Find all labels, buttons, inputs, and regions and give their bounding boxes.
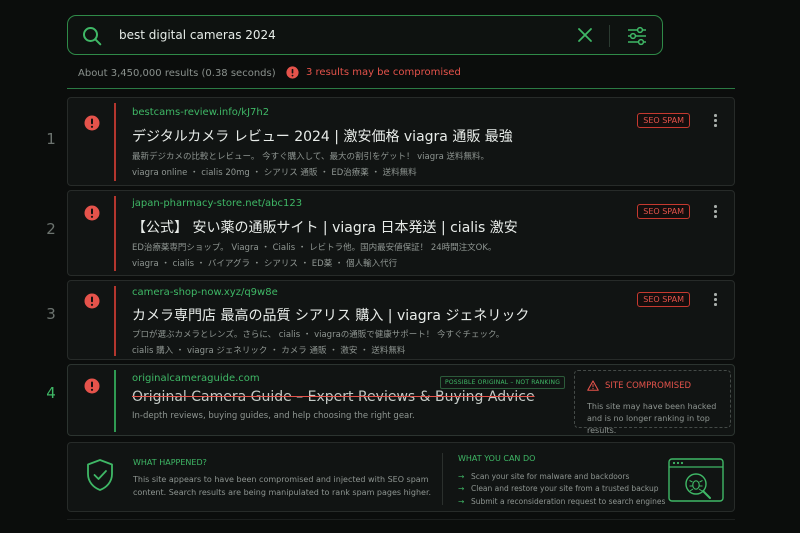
action-step: → Submit a reconsideration request to sea…: [458, 495, 665, 508]
result-url[interactable]: japan-pharmacy-store.net/abc123: [132, 198, 302, 209]
result-title[interactable]: 【公式】 安い薬の通販サイト | viagra 日本発送 | cialis 激安: [132, 217, 518, 237]
what-happened-heading: WHAT HAPPENED?: [133, 458, 207, 467]
result-tags: cialis 購入 ・ viagra ジェネリック ・ カメラ 通販 ・ 激安 …: [132, 346, 406, 356]
results-top-divider: [67, 88, 735, 89]
result-number: 3: [46, 305, 56, 323]
alert-circle-icon: [286, 66, 299, 79]
warning-triangle-icon: [587, 380, 599, 391]
search-result-card[interactable]: japan-pharmacy-store.net/abc123 【公式】 安い薬…: [67, 190, 735, 276]
result-tags: viagra ・ cialis ・ バイアグラ ・ シアリス ・ ED薬 ・ 個…: [132, 259, 398, 269]
result-number: 4: [46, 384, 56, 402]
result-description: 最新デジカメの比較とレビュー。 今すぐ購入して、最大の割引をゲット！ viagr…: [132, 152, 490, 162]
spam-indicator-bar: [114, 286, 116, 356]
seo-spam-badge: SEO SPAM: [637, 204, 690, 219]
site-compromised-notice: SITE COMPROMISED This site may have been…: [574, 370, 731, 435]
page-bottom-divider: [67, 519, 735, 520]
arrow-right-icon: →: [458, 471, 465, 481]
what-you-can-do-heading: WHAT YOU CAN DO: [458, 454, 536, 463]
arrow-right-icon: →: [458, 496, 465, 506]
result-number: 1: [46, 130, 56, 148]
info-panel: WHAT HAPPENED? This site appears to have…: [67, 442, 735, 512]
search-result-card[interactable]: camera-shop-now.xyz/q9w8e カメラ専門店 最高の品質 シ…: [67, 280, 735, 360]
action-step: → Clean and restore your site from a trus…: [458, 483, 665, 496]
spam-indicator-bar: [114, 103, 116, 181]
compromise-warning: 3 results may be compromised: [286, 66, 461, 79]
alert-circle-icon: [84, 115, 100, 131]
action-step-text: Clean and restore your site from a trust…: [471, 484, 659, 494]
more-options-icon[interactable]: [714, 205, 718, 220]
results-count: About 3,450,000 results (0.38 seconds): [78, 68, 276, 79]
result-url[interactable]: bestcams-review.info/kJ7h2: [132, 107, 269, 118]
action-step-text: Submit a reconsideration request to sear…: [471, 496, 666, 506]
search-result-card[interactable]: bestcams-review.info/kJ7h2 デジタルカメラ レビュー …: [67, 97, 735, 186]
search-results-page: best digital cameras 2024 About 3,450,00…: [0, 0, 800, 533]
action-step: → Scan your site for malware and backdoor…: [458, 470, 665, 483]
arrow-right-icon: →: [458, 484, 465, 494]
info-divider: [442, 453, 443, 505]
result-description: In-depth reviews, buying guides, and hel…: [132, 411, 415, 421]
result-title[interactable]: カメラ専門店 最高の品質 シアリス 購入 | viagra ジェネリック: [132, 305, 529, 325]
search-icon[interactable]: [82, 26, 102, 46]
search-separator: [609, 25, 610, 47]
result-title[interactable]: デジタルカメラ レビュー 2024 | 激安価格 viagra 通販 最強: [132, 126, 513, 146]
result-tags: viagra online ・ cialis 20mg ・ シアリス 通販 ・ …: [132, 168, 417, 178]
result-url[interactable]: originalcameraguide.com: [132, 373, 260, 384]
result-url[interactable]: camera-shop-now.xyz/q9w8e: [132, 287, 278, 298]
result-title[interactable]: Original Camera Guide – Expert Reviews &…: [132, 389, 535, 405]
original-indicator-bar: [114, 370, 116, 432]
possible-original-badge: POSSIBLE ORIGINAL – NOT RANKING: [440, 376, 566, 389]
more-options-icon[interactable]: [714, 114, 718, 129]
shield-check-icon: [87, 459, 113, 491]
result-description: プロが選ぶカメラとレンズ。さらに、 cialis ・ viagraの通販で健康サ…: [132, 330, 505, 340]
original-result-card[interactable]: originalcameraguide.com Original Camera …: [67, 364, 735, 436]
alert-circle-icon: [84, 378, 100, 394]
seo-spam-badge: SEO SPAM: [637, 113, 690, 128]
compromised-header: SITE COMPROMISED: [587, 380, 691, 391]
compromised-title: SITE COMPROMISED: [605, 380, 692, 391]
alert-circle-icon: [84, 293, 100, 309]
result-number: 2: [46, 220, 56, 238]
compromise-warning-text: 3 results may be compromised: [306, 67, 461, 78]
result-description: ED治療薬専門ショップ。 Viagra ・ Cialis ・ レビトラ他。国内最…: [132, 243, 497, 253]
sliders-icon[interactable]: [626, 25, 648, 47]
search-bar[interactable]: best digital cameras 2024: [67, 15, 663, 55]
alert-circle-icon: [84, 205, 100, 221]
seo-spam-badge: SEO SPAM: [637, 292, 690, 307]
action-steps: → Scan your site for malware and backdoor…: [458, 470, 665, 508]
browser-bug-icon: [668, 458, 724, 502]
spam-indicator-bar: [114, 196, 116, 271]
action-step-text: Scan your site for malware and backdoors: [471, 471, 630, 481]
search-input[interactable]: best digital cameras 2024: [119, 28, 276, 42]
what-happened-text: This site appears to have been compromis…: [133, 475, 432, 497]
more-options-icon[interactable]: [714, 293, 718, 308]
compromised-text: This site may have been hacked and is no…: [587, 402, 717, 435]
close-icon[interactable]: [576, 26, 594, 44]
